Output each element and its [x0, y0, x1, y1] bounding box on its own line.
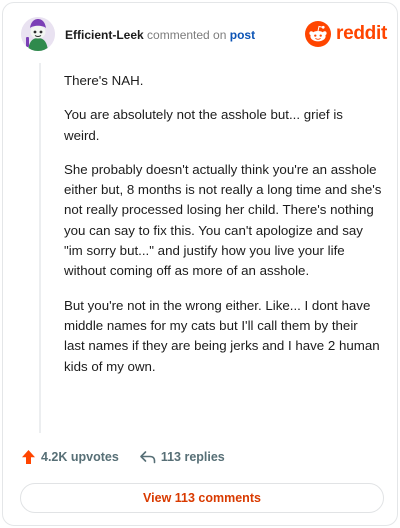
view-comments-button[interactable]: View 113 comments [20, 483, 384, 513]
thread-line [39, 63, 41, 433]
commented-on-text: commented on [147, 28, 227, 42]
replies-button[interactable]: 113 replies [139, 450, 225, 464]
author-name[interactable]: Efficient-Leek [65, 28, 144, 42]
comment-paragraph: But you're not in the wrong either. Like… [64, 297, 380, 374]
comment-paragraph: You are absolutely not the asshole but..… [64, 107, 343, 143]
reply-arrow-icon [140, 451, 156, 464]
upvote-count: 4.2K upvotes [41, 450, 119, 464]
comment-actions: 4.2K upvotes 113 replies [21, 447, 225, 467]
user-avatar[interactable] [21, 17, 55, 51]
author-line: Efficient-Leek commented on post [65, 28, 255, 42]
reddit-brand[interactable]: reddit [305, 21, 387, 47]
comment-body: There's NAH. You are absolutely not the … [64, 71, 382, 391]
post-link[interactable]: post [230, 28, 255, 42]
comment-paragraph: She probably doesn't actually think you'… [64, 161, 382, 279]
upvote-arrow-icon [22, 450, 35, 464]
reddit-logo-icon [305, 21, 332, 47]
comment-header: Efficient-Leek commented on post reddit [21, 17, 387, 53]
upvote-button[interactable]: 4.2K upvotes [21, 449, 119, 465]
brand-wordmark: reddit [336, 23, 387, 44]
replies-count: 113 replies [160, 450, 225, 464]
comment-card: Efficient-Leek commented on post reddit … [2, 2, 398, 526]
comment-paragraph: There's NAH. [64, 73, 144, 88]
snoo-avatar-icon [21, 17, 55, 51]
